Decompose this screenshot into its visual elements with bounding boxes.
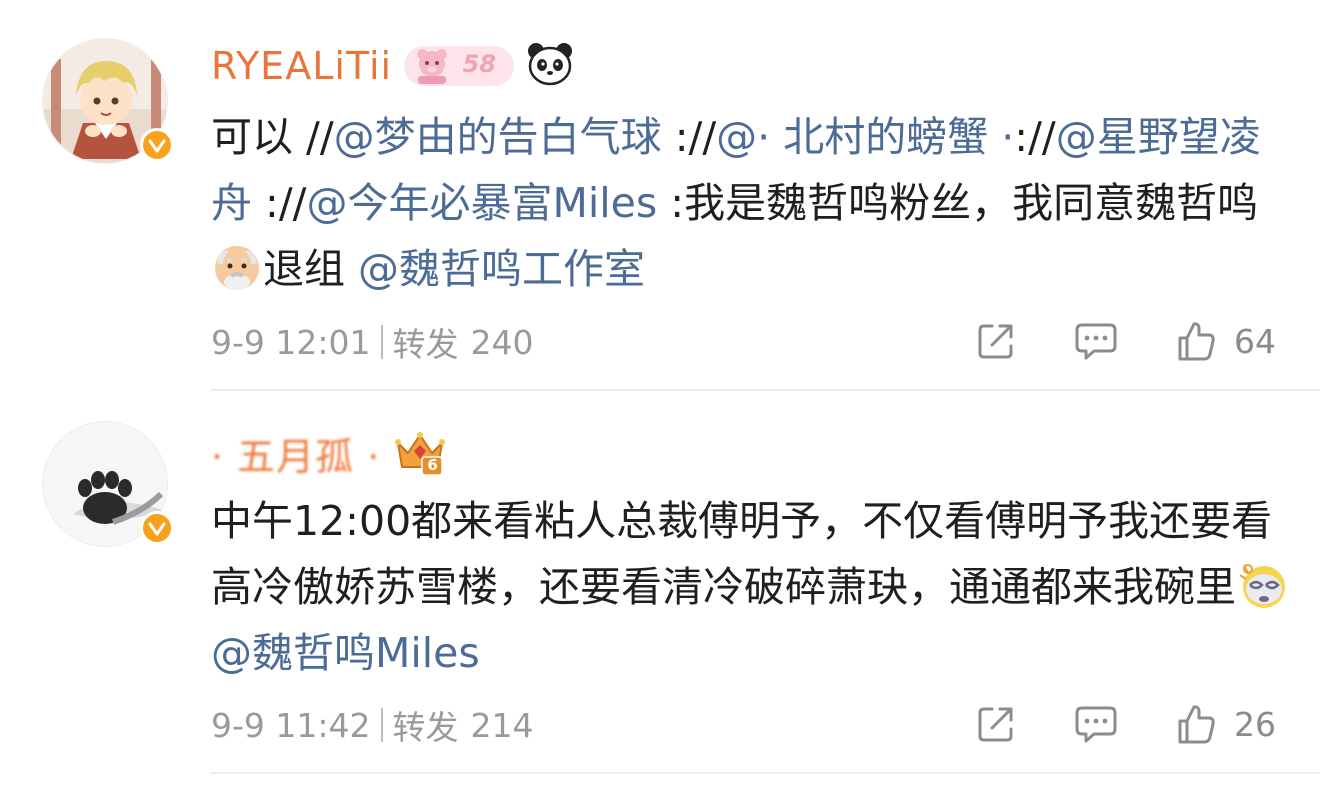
share-icon: [978, 324, 1013, 359]
dizzy-face-emoji: [1236, 559, 1288, 611]
content-text: 退组: [263, 245, 359, 293]
share-button[interactable]: [976, 704, 1016, 744]
content-text: ://: [661, 113, 717, 161]
timestamp: 9-9 11:42: [211, 705, 371, 745]
comment-content: 中午12:00都来看粘人总裁傅明予，不仅看傅明予我还要看高冷傲娇苏雪楼，还要看清…: [211, 488, 1291, 686]
avatar[interactable]: [42, 421, 174, 547]
comment-button[interactable]: [1074, 704, 1118, 744]
panda-icon: [526, 41, 574, 91]
mention-link[interactable]: @魏哲鸣Miles: [211, 629, 480, 677]
comment-meta: 9-9 12:01 转发 240: [211, 318, 534, 366]
meta-divider: [380, 325, 383, 359]
action-bar: 26: [976, 700, 1276, 748]
comment-content: 可以 //@梦由的告白气球 ://@· 北村的螃蟹 ·://@星野望凌舟 ://…: [211, 104, 1291, 302]
comment-header: RYEALiTii 58: [211, 38, 574, 94]
mention-link[interactable]: @· 北村的螃蟹 ·: [716, 113, 1014, 161]
mention-link[interactable]: @今年必暴富Miles: [306, 179, 657, 227]
crown-level-text: 6: [427, 456, 438, 474]
action-bar: 64: [976, 317, 1276, 365]
verified-icon: [140, 128, 174, 162]
comment-item: · 五月孤 · 6 中午12:00都来看粘人总裁傅明予，不仅看傅明予我还要看高冷…: [0, 391, 1320, 774]
comment-meta: 9-9 11:42 转发 214: [211, 701, 534, 749]
avatar[interactable]: [42, 38, 174, 164]
share-button[interactable]: [976, 321, 1016, 361]
content-text: 可以 //: [211, 113, 334, 161]
comment-icon: [1075, 706, 1117, 743]
comment-button[interactable]: [1074, 321, 1118, 361]
fan-level-text: 58: [462, 50, 497, 78]
like-button[interactable]: 64: [1176, 320, 1276, 362]
like-icon: [1178, 322, 1215, 361]
mention-link[interactable]: @魏哲鸣工作室: [358, 245, 645, 293]
like-icon: [1178, 705, 1215, 744]
like-count: 64: [1234, 321, 1276, 361]
repost-count: 214: [470, 705, 534, 745]
share-icon: [978, 707, 1013, 742]
like-count: 26: [1234, 704, 1276, 744]
mention-link[interactable]: @梦由的告白气球: [334, 113, 662, 161]
content-text: 中午12:00都来看粘人总裁傅明予，不仅看傅明予我还要看高冷傲娇苏雪楼，还要看清…: [211, 497, 1273, 611]
old-man-emoji: [211, 241, 263, 293]
meta-divider: [380, 708, 383, 742]
comment-item: RYEALiTii 58 可以 //@梦由的告白气球://@· 北村的螃蟹 ·…: [0, 0, 1320, 390]
comment-icon: [1075, 323, 1117, 360]
repost-label[interactable]: 转发: [393, 701, 459, 749]
fan-level-badge[interactable]: 58: [404, 46, 515, 86]
comment-header: · 五月孤 · 6: [211, 425, 448, 481]
timestamp: 9-9 12:01: [211, 322, 371, 362]
crown-badge-icon[interactable]: 6: [392, 429, 448, 477]
repost-label[interactable]: 转发: [393, 318, 459, 366]
username[interactable]: RYEALiTii: [211, 44, 392, 88]
repost-count: 240: [470, 322, 534, 362]
divider: [211, 772, 1320, 774]
content-text: ://: [252, 179, 307, 227]
content-text: :我是魏哲鸣粉丝，我同意魏哲鸣: [657, 179, 1259, 227]
verified-icon: [140, 511, 174, 545]
content-text: ://: [1014, 113, 1056, 161]
username[interactable]: · 五月孤 ·: [211, 426, 380, 481]
like-button[interactable]: 26: [1176, 703, 1276, 745]
